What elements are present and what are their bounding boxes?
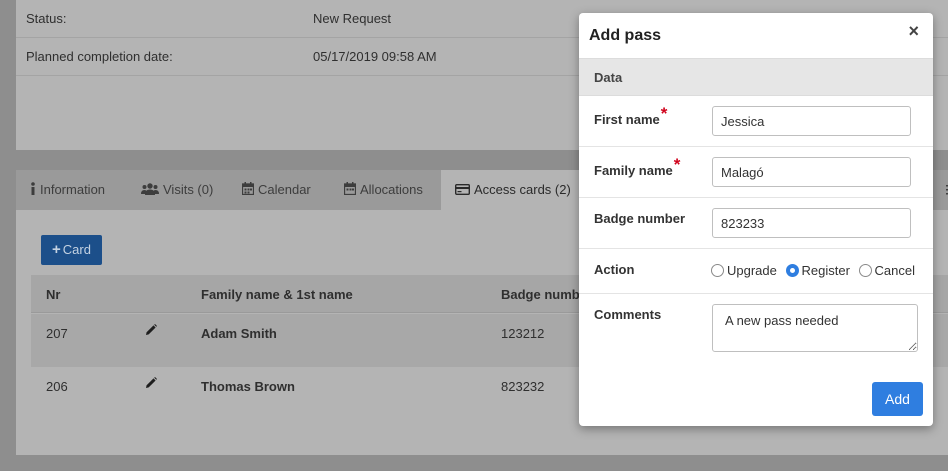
column-header-name: Family name & 1st name [201,287,353,302]
comments-textarea[interactable]: A new pass needed [712,304,918,352]
family-name-input[interactable] [712,157,911,187]
calendar-icon [241,171,255,211]
tab-access-cards-label: Access cards (2) [474,182,571,197]
plus-icon: + [52,241,61,258]
family-name-label-text: Family name [594,163,673,178]
add-card-button[interactable]: + Card [41,235,102,265]
comments-label: Comments [594,307,662,322]
calendar-icon [343,171,357,211]
first-name-label-text: First name [594,112,660,127]
row-nr: 206 [46,379,68,394]
radio-upgrade[interactable]: Upgrade [711,263,777,278]
radio-button[interactable] [858,264,872,277]
row-nr: 207 [46,326,68,341]
info-icon [30,171,36,211]
planned-date-value: 05/17/2019 09:58 AM [313,49,437,64]
action-row: Action Upgrade Register Cancel [579,249,933,294]
required-asterisk: * [660,104,668,123]
tab-allocations-label: Allocations [360,182,423,197]
badge-number-label: Badge number [594,211,686,226]
radio-cancel[interactable]: Cancel [858,263,916,278]
users-icon [141,171,159,211]
action-radio-group: Upgrade Register Cancel [711,263,920,278]
pencil-icon[interactable] [145,377,157,392]
radio-upgrade-label: Upgrade [727,263,777,278]
pencil-icon[interactable] [145,324,157,339]
row-badge: 823232 [501,379,545,394]
modal-title: Add pass [589,27,662,44]
radio-register[interactable]: Register [785,263,850,278]
radio-cancel-label: Cancel [874,263,916,278]
section-title: Data [594,70,623,85]
tab-visits[interactable]: Visits (0) [141,170,213,210]
radio-button[interactable] [711,264,724,277]
first-name-label: First name* [594,104,667,129]
row-name: Adam Smith [201,326,277,341]
add-card-label: Card [62,242,91,257]
family-name-label: Family name* [594,155,680,180]
credit-card-icon [454,171,471,211]
row-badge: 123212 [501,326,545,341]
comments-row: Comments A new pass needed [579,294,933,360]
tab-calendar-label: Calendar [258,182,311,197]
add-button[interactable]: Add [872,382,923,416]
family-name-row: Family name* [579,147,933,198]
first-name-input[interactable] [712,106,911,136]
tab-information-label: Information [40,182,106,197]
add-pass-modal: Add pass × Data First name* Family name*… [579,13,933,426]
tab-access-cards[interactable]: Access cards (2) [441,170,583,210]
radio-register-label: Register [801,263,850,278]
first-name-row: First name* [579,96,933,147]
tab-allocations[interactable]: Allocations [343,170,423,211]
required-asterisk: * [673,155,681,174]
radio-button-checked[interactable] [785,264,799,277]
badge-number-row: Badge number [579,198,933,249]
planned-date-label: Planned completion date: [26,49,173,64]
column-header-nr: Nr [46,287,61,302]
status-value: New Request [313,11,392,26]
badge-number-input[interactable] [712,208,911,238]
status-label: Status: [26,11,67,26]
tab-calendar[interactable]: Calendar [241,170,311,211]
close-icon[interactable]: × [908,21,919,42]
action-label: Action [594,262,635,277]
data-section-header: Data [579,58,933,96]
tab-information[interactable]: Information [30,170,105,210]
tab-visits-label: Visits (0) [163,182,214,197]
row-name: Thomas Brown [201,379,295,394]
